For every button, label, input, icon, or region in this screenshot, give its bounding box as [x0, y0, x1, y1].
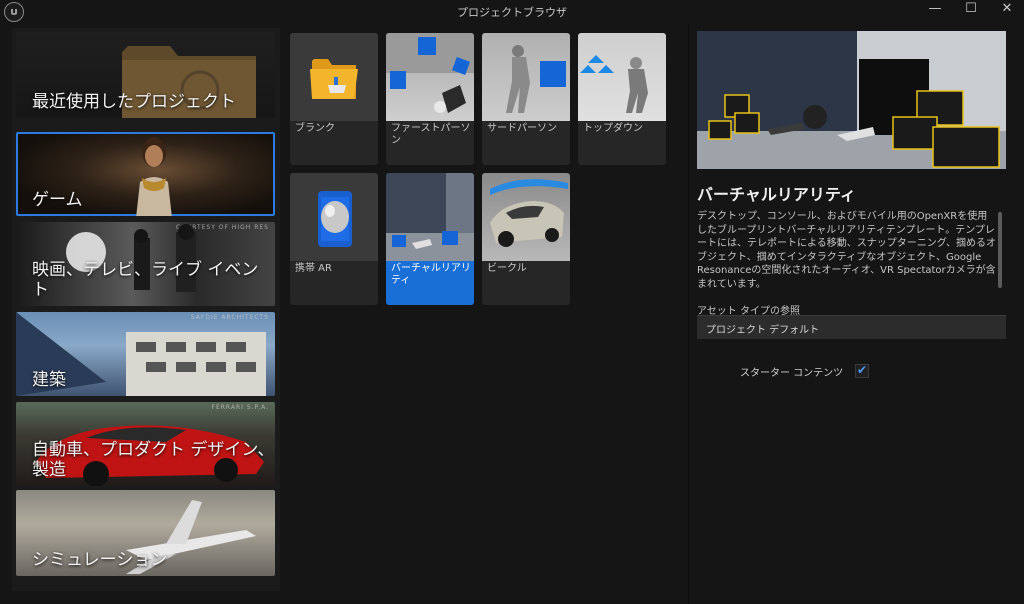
- category-simulation[interactable]: シミュレーション: [16, 490, 275, 576]
- template-first-person[interactable]: ファーストパーソン: [386, 33, 474, 165]
- maximize-button[interactable]: ☐: [954, 0, 988, 20]
- title-bar: プロジェクトブラウザ — ☐ ✕: [0, 0, 1024, 24]
- vr-scene-image: [386, 173, 474, 261]
- template-label: ブランク: [295, 123, 335, 134]
- template-label: サードパーソン: [487, 123, 557, 134]
- template-label: 携帯 AR: [295, 263, 332, 274]
- template-thumbnail: [290, 33, 378, 121]
- template-description: デスクトップ、コンソール、およびモバイル用のOpenXRを使用したブループリント…: [697, 211, 996, 290]
- category-automotive[interactable]: FERRARI S.P.A. 自動車、プロダクト デザイン、製造: [16, 402, 275, 486]
- first-person-scene-image: [386, 33, 474, 113]
- third-person-scene-image: [506, 45, 566, 113]
- category-panel: 最近使用したプロジェクト ゲーム COURTESY OF HIGH RES 映画…: [12, 28, 280, 591]
- category-label: シミュレーション: [32, 550, 168, 570]
- template-virtual-reality[interactable]: バーチャルリアリティ: [386, 173, 474, 305]
- template-thumbnail: [578, 33, 666, 121]
- template-thumbnail: [386, 33, 474, 121]
- template-third-person[interactable]: サードパーソン: [482, 33, 570, 165]
- description-scrollbar[interactable]: [998, 212, 1002, 288]
- close-button[interactable]: ✕: [990, 0, 1024, 20]
- asset-type-dropdown[interactable]: プロジェクト デフォルト: [697, 315, 1006, 339]
- category-film-tv-live[interactable]: COURTESY OF HIGH RES 映画、テレビ、ライブ イベント: [16, 222, 275, 306]
- template-thumbnail: [482, 173, 570, 261]
- template-vehicle[interactable]: ビークル: [482, 173, 570, 305]
- category-label: 自動車、プロダクト デザイン、製造: [32, 440, 275, 480]
- template-thumbnail: [482, 33, 570, 121]
- category-recent-projects[interactable]: 最近使用したプロジェクト: [16, 32, 275, 118]
- vehicle-image: [490, 179, 568, 247]
- starter-content-checkbox[interactable]: ✔: [855, 363, 869, 378]
- template-thumbnail: [290, 173, 378, 261]
- top-down-scene-image: [580, 55, 648, 113]
- folder-icon: [310, 59, 358, 99]
- category-label: ゲーム: [32, 190, 83, 210]
- panel-divider: [688, 24, 689, 604]
- category-game[interactable]: ゲーム: [16, 132, 275, 216]
- template-thumbnail: [386, 173, 474, 261]
- vr-preview-scene: [697, 31, 1006, 169]
- category-label: 最近使用したプロジェクト: [32, 92, 236, 112]
- game-character-image: [136, 137, 172, 216]
- category-label: 建築: [32, 370, 66, 390]
- minimize-button[interactable]: —: [918, 0, 952, 20]
- category-architecture[interactable]: SAFDIE ARCHITECTS 建築: [16, 312, 275, 396]
- starter-content-label: スターター コンテンツ: [740, 368, 844, 379]
- checkmark-icon: ✔: [857, 363, 868, 377]
- template-handheld-ar[interactable]: 携帯 AR: [290, 173, 378, 305]
- phone-ar-icon: [318, 191, 352, 247]
- template-label: ファーストパーソン: [391, 123, 471, 146]
- template-label: ビークル: [487, 263, 527, 274]
- template-blank[interactable]: ブランク: [290, 33, 378, 165]
- template-title: バーチャルリアリティ: [697, 185, 856, 204]
- template-label: バーチャルリアリティ: [391, 263, 471, 286]
- template-label: トップダウン: [583, 123, 643, 134]
- window-title: プロジェクトブラウザ: [457, 6, 567, 19]
- category-label: 映画、テレビ、ライブ イベント: [32, 260, 259, 300]
- template-preview-image: [697, 31, 1006, 169]
- template-top-down[interactable]: トップダウン: [578, 33, 666, 165]
